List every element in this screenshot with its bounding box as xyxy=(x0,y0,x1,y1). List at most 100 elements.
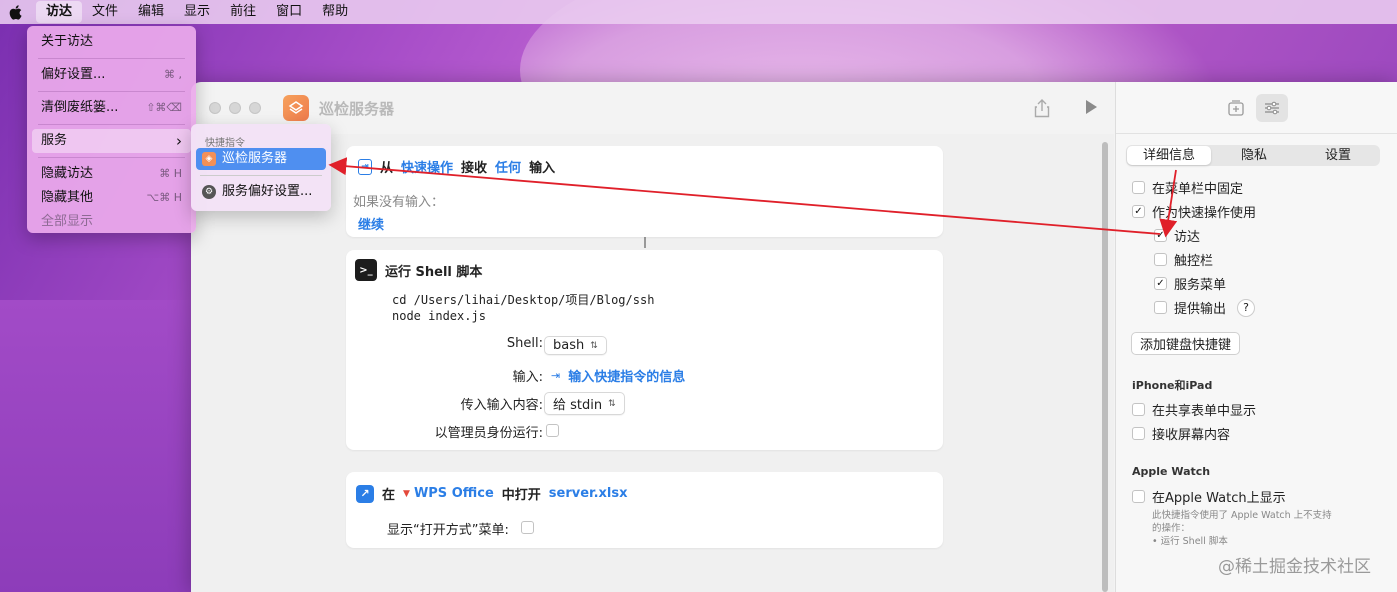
help-icon[interactable]: ? xyxy=(1237,298,1256,317)
minimize-window-button[interactable] xyxy=(229,102,241,114)
menu-separator xyxy=(38,58,185,59)
apple-watch-option[interactable]: 在Apple Watch上显示 xyxy=(1132,487,1286,506)
tab-details[interactable]: 详细信息 xyxy=(1127,146,1211,165)
gear-icon: ⚙ xyxy=(202,185,216,199)
input-label: 输入 xyxy=(529,161,556,176)
hide-others-label: 隐藏其他 xyxy=(41,190,94,205)
menu-separator xyxy=(38,157,185,158)
receive-icon: ⇥ xyxy=(358,158,372,175)
services-item[interactable]: 服务 › xyxy=(32,129,191,153)
traffic-lights xyxy=(209,102,261,114)
preferences-shortcut: ⌘ , xyxy=(164,68,182,81)
about-finder-item[interactable]: 关于访达 xyxy=(32,30,191,54)
zoom-window-button[interactable] xyxy=(249,102,261,114)
pin-menubar-label: 在菜单栏中固定 xyxy=(1152,182,1244,197)
quick-action-checkbox[interactable]: ✓ xyxy=(1132,205,1145,218)
hide-others-item[interactable]: 隐藏其他 ⌥⌘ H xyxy=(32,186,191,210)
finder-checkbox[interactable]: ✓ xyxy=(1154,229,1167,242)
empty-trash-item[interactable]: 清倒废纸篓... ⇧⌘⌫ xyxy=(32,96,191,120)
touchbar-checkbox[interactable] xyxy=(1154,253,1167,266)
add-shortcut-button[interactable]: 添加键盘快捷键 xyxy=(1131,332,1241,355)
close-window-button[interactable] xyxy=(209,102,221,114)
sliders-icon[interactable] xyxy=(1256,94,1288,122)
open-in-label: 中打开 xyxy=(501,488,541,503)
shell-value: bash xyxy=(553,338,585,353)
receive-label: 接收 xyxy=(461,161,488,176)
screen-content-checkbox[interactable] xyxy=(1132,427,1145,440)
menu-finder[interactable]: 访达 xyxy=(36,1,83,23)
apple-watch-checkbox[interactable] xyxy=(1132,490,1145,503)
updown-chevron-icon: ⇅ xyxy=(590,340,598,351)
input-variable-label: 输入快捷指令的信息 xyxy=(568,370,686,385)
menu-file[interactable]: 文件 xyxy=(82,1,128,23)
service-preferences-label: 服务偏好设置... xyxy=(222,184,313,199)
share-sheet-checkbox[interactable] xyxy=(1132,403,1145,416)
menu-edit[interactable]: 编辑 xyxy=(128,1,174,23)
menu-help[interactable]: 帮助 xyxy=(312,1,358,23)
provide-output-checkbox[interactable] xyxy=(1154,301,1167,314)
finder-menu: 关于访达 偏好设置... ⌘ , 清倒废纸篓... ⇧⌘⌫ 服务 › 隐藏访达 ⌘ H … xyxy=(27,26,196,233)
services-submenu: 快捷指令 ◈ 巡检服务器 ⚙ 服务偏好设置... xyxy=(191,124,331,211)
menu-separator xyxy=(38,124,185,125)
receive-input-action[interactable]: ⇥ 从 快速操作 接收 任何 输入 如果没有输入： 继续 xyxy=(346,146,943,237)
input-variable[interactable]: ⇥ 输入快捷指令的信息 xyxy=(551,366,685,385)
about-finder-label: 关于访达 xyxy=(41,34,94,49)
app-token[interactable]: WPS Office xyxy=(414,486,494,501)
updown-chevron-icon: ⇅ xyxy=(608,398,616,409)
apple-icon[interactable] xyxy=(8,4,22,20)
pass-input-label: 传入输入内容: xyxy=(460,398,543,413)
services-menu-option[interactable]: ✓ 服务菜单 xyxy=(1154,274,1226,293)
shell-label: Shell: xyxy=(506,336,543,351)
inspector-tabs: 详细信息 隐私 设置 xyxy=(1126,145,1380,166)
hide-others-shortcut: ⌥⌘ H xyxy=(146,191,182,204)
provide-output-label: 提供输出 xyxy=(1174,302,1227,317)
menu-window[interactable]: 窗口 xyxy=(266,1,312,23)
menu-go[interactable]: 前往 xyxy=(220,1,266,23)
service-preferences-item[interactable]: ⚙ 服务偏好设置... xyxy=(196,181,326,203)
apple-watch-label: 在Apple Watch上显示 xyxy=(1152,491,1286,506)
action-title: 运行 Shell 脚本 xyxy=(385,264,483,280)
inspect-server-service[interactable]: ◈ 巡检服务器 xyxy=(196,148,326,170)
quick-action-option[interactable]: ✓ 作为快速操作使用 xyxy=(1132,202,1256,221)
services-menu-checkbox[interactable]: ✓ xyxy=(1154,277,1167,290)
show-open-with-checkbox[interactable] xyxy=(521,521,534,534)
tab-settings[interactable]: 设置 xyxy=(1296,145,1380,166)
preferences-item[interactable]: 偏好设置... ⌘ , xyxy=(32,63,191,87)
inspect-server-label: 巡检服务器 xyxy=(222,151,288,166)
finder-option[interactable]: ✓ 访达 xyxy=(1154,226,1200,245)
window-title: 巡检服务器 xyxy=(319,99,395,118)
menu-view[interactable]: 显示 xyxy=(174,1,220,23)
open-file-action[interactable]: ↗ 在 ▼ WPS Office 中打开 server.xlsx 显示“打开方式… xyxy=(346,472,943,548)
shell-select[interactable]: bash ⇅ xyxy=(544,336,607,355)
inspector-toolbar xyxy=(1116,82,1397,134)
hide-finder-item[interactable]: 隐藏访达 ⌘ H xyxy=(32,162,191,186)
admin-label: 以管理员身份运行: xyxy=(434,426,543,441)
share-sheet-option[interactable]: 在共享表单中显示 xyxy=(1132,400,1256,419)
share-icon[interactable] xyxy=(1034,98,1050,118)
services-label: 服务 xyxy=(41,133,68,148)
touchbar-option[interactable]: 触控栏 xyxy=(1154,250,1213,269)
screen-content-option[interactable]: 接收屏幕内容 xyxy=(1132,424,1230,443)
pin-menubar-option[interactable]: 在菜单栏中固定 xyxy=(1132,178,1243,197)
editor-scrollbar[interactable] xyxy=(1102,142,1108,592)
pass-input-select[interactable]: 给 stdin ⇅ xyxy=(544,392,625,415)
no-input-label: 如果没有输入： xyxy=(353,195,445,210)
continue-token[interactable]: 继续 xyxy=(358,214,384,233)
admin-checkbox[interactable] xyxy=(546,424,559,437)
script-editor[interactable]: cd /Users/lihai/Desktop/项目/Blog/ssh node… xyxy=(392,292,654,324)
file-token[interactable]: server.xlsx xyxy=(549,486,628,501)
any-token[interactable]: 任何 xyxy=(495,157,521,176)
source-token[interactable]: 快速操作 xyxy=(401,157,453,176)
pin-menubar-checkbox[interactable] xyxy=(1132,181,1145,194)
add-action-icon[interactable] xyxy=(1220,94,1252,122)
run-shell-script-action[interactable]: >_ 运行 Shell 脚本 cd /Users/lihai/Desktop/项… xyxy=(346,250,943,450)
tab-privacy[interactable]: 隐私 xyxy=(1212,145,1296,166)
open-arrow-icon: ↗ xyxy=(356,484,374,503)
shortcuts-window: 巡检服务器 ⇥ 从 快速操作 接收 任何 输入 如果没有输入： 继续 >_ 运行… xyxy=(191,82,1397,592)
shortcut-layers-icon: ◈ xyxy=(202,152,216,166)
in-label: 在 xyxy=(382,488,396,503)
provide-output-option[interactable]: 提供输出 ? xyxy=(1154,298,1256,317)
finder-label: 访达 xyxy=(1174,230,1201,245)
pass-input-value: 给 stdin xyxy=(553,398,603,413)
play-icon[interactable] xyxy=(1084,99,1100,115)
